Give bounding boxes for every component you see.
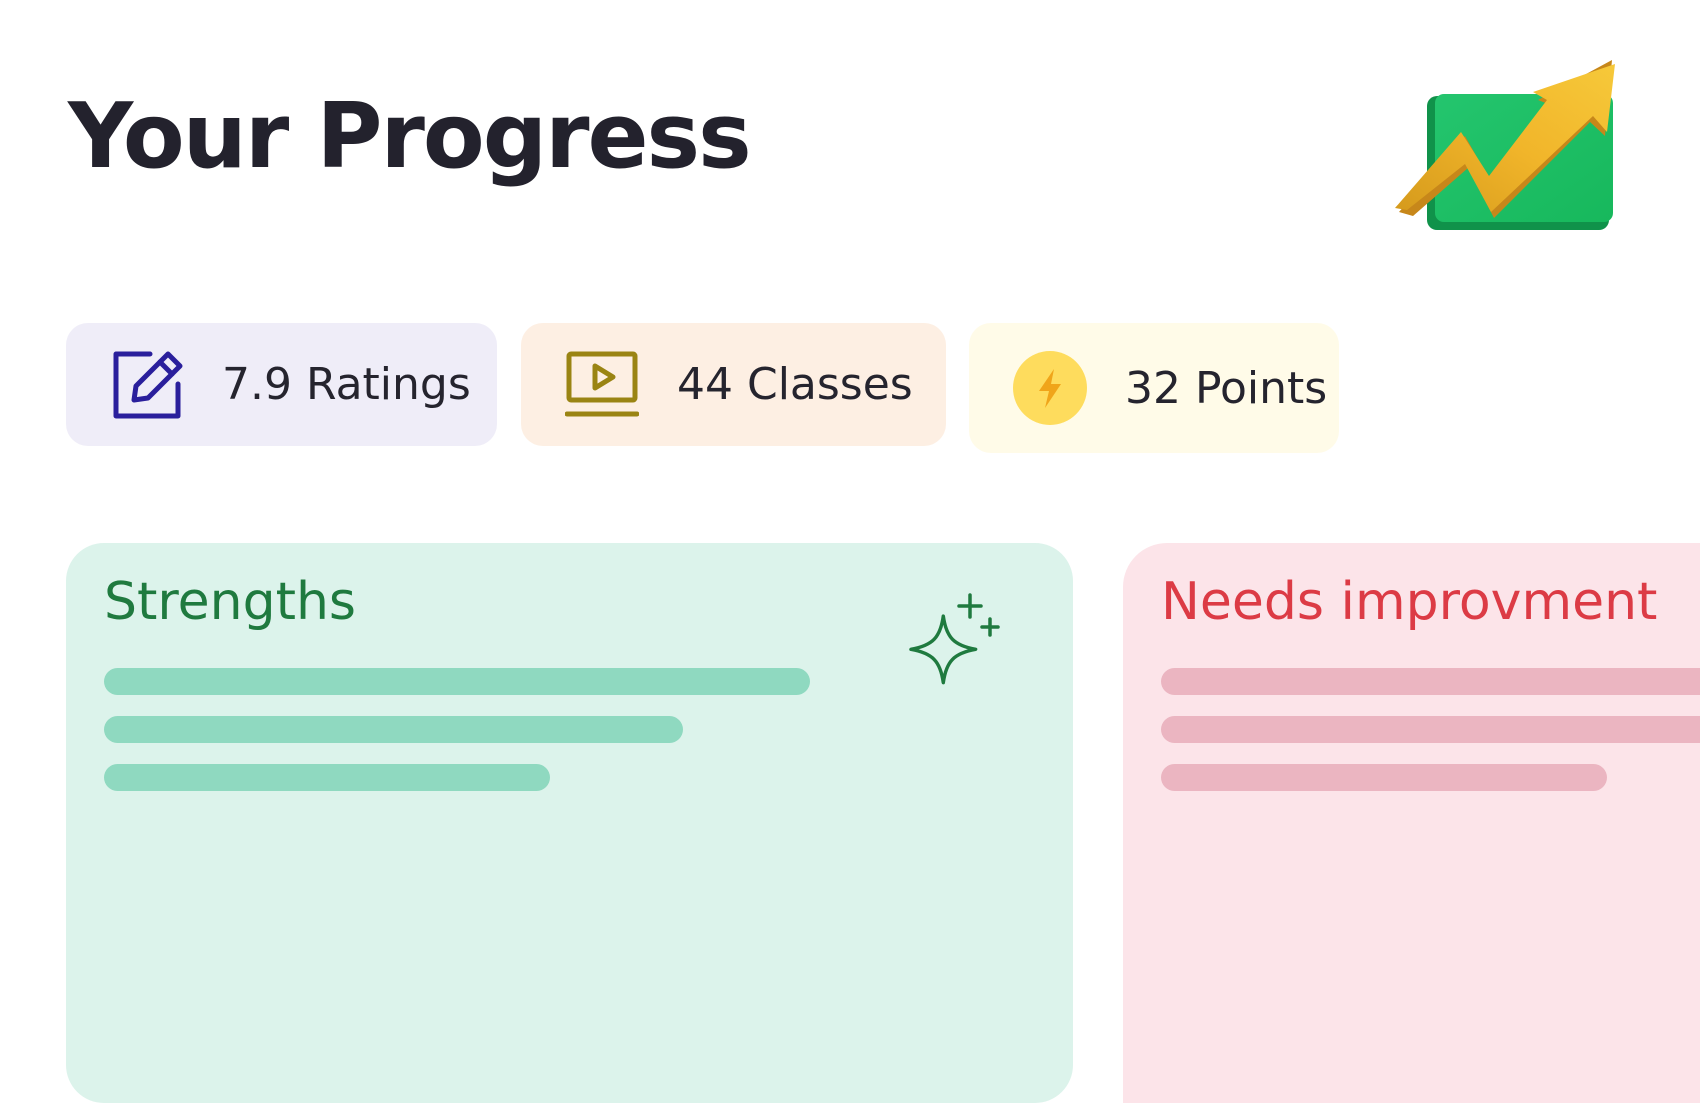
needs-placeholder-line [1161, 716, 1700, 743]
points-stat[interactable]: 32 Points [969, 323, 1339, 453]
page-title: Your Progress [68, 84, 752, 189]
classes-label: 44 Classes [677, 359, 913, 410]
sparkle-icon [909, 593, 1000, 685]
edit-icon [110, 348, 184, 422]
needs-improvement-title: Needs improvment [1161, 572, 1658, 632]
strengths-panel: Strengths [66, 543, 1073, 1103]
needs-placeholder-line [1161, 764, 1607, 791]
video-lesson-icon [565, 348, 639, 422]
strengths-placeholder-line [104, 716, 683, 743]
strengths-placeholder-line [104, 668, 810, 695]
classes-stat[interactable]: 44 Classes [521, 323, 946, 446]
lightning-icon [1013, 351, 1087, 425]
needs-improvement-panel: Needs improvment [1123, 543, 1700, 1103]
ratings-stat[interactable]: 7.9 Ratings [66, 323, 497, 446]
strengths-placeholder-line [104, 764, 550, 791]
strengths-title: Strengths [104, 572, 357, 632]
ratings-label: 7.9 Ratings [222, 359, 471, 410]
points-label: 32 Points [1125, 362, 1328, 414]
growth-chart-arrow-icon [1395, 60, 1615, 230]
needs-placeholder-line [1161, 668, 1700, 695]
